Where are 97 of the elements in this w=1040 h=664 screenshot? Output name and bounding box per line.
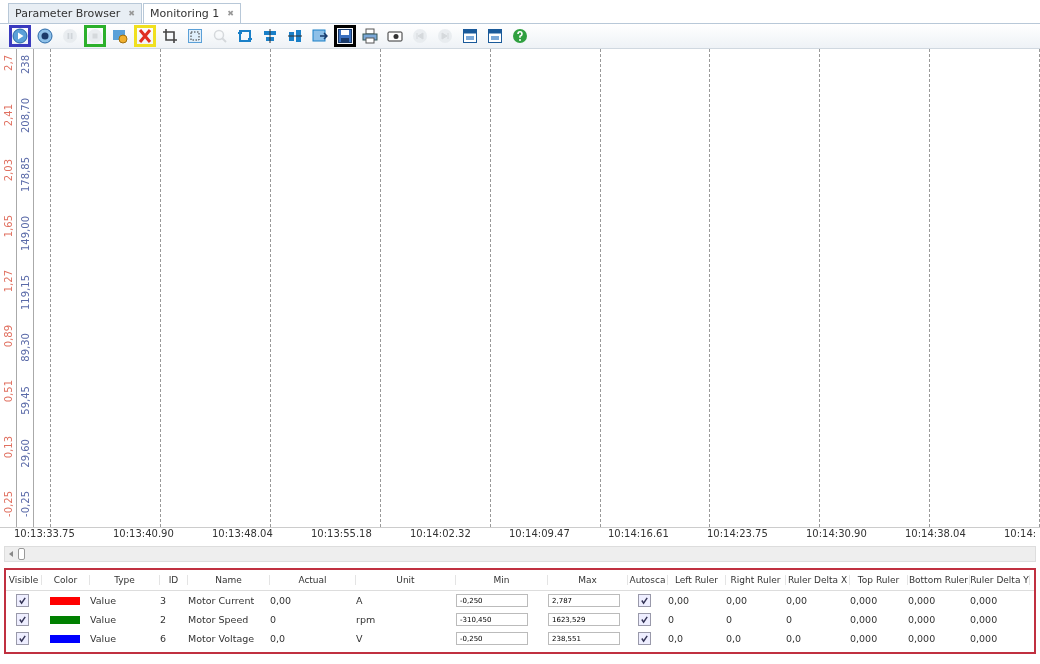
- table-cell-text: 0,00: [786, 595, 809, 606]
- axis-label: 89,30: [19, 333, 31, 363]
- column-header[interactable]: Ruler Delta X: [786, 575, 850, 585]
- table-cell-text: 0,00: [270, 595, 293, 606]
- axis-label: 178,85: [19, 156, 31, 192]
- axis-label: 29,60: [19, 438, 31, 468]
- checkbox[interactable]: [16, 594, 29, 607]
- column-header[interactable]: Visible: [6, 575, 42, 585]
- table-cell-text: Motor Current: [188, 595, 256, 606]
- time-label: 10:14:30.90: [806, 528, 868, 541]
- table-cell-text: Value: [90, 595, 118, 606]
- checkbox[interactable]: [16, 632, 29, 645]
- table-cell-text: 0,000: [970, 595, 999, 606]
- table-cell-text: 0,0: [726, 633, 743, 644]
- table-cell-text: 0: [668, 614, 676, 625]
- table-cell-text: Value: [90, 614, 118, 625]
- axis-label: 2,41: [2, 103, 14, 127]
- checkbox[interactable]: [638, 613, 651, 626]
- column-header[interactable]: Unit: [356, 575, 456, 585]
- axis-label: 119,15: [19, 274, 31, 310]
- table-cell-text: 0,000: [970, 614, 999, 625]
- column-header[interactable]: Color: [42, 575, 90, 585]
- axis-label: 2,7: [2, 55, 14, 71]
- table-cell-text: 0,000: [908, 614, 937, 625]
- axis-label: 238: [19, 55, 31, 75]
- table-cell-text: 6: [160, 633, 168, 644]
- table-cell-text: 0,0: [668, 633, 685, 644]
- axis-label: 208,70: [19, 97, 31, 133]
- table-cell-text: 0,000: [850, 633, 879, 644]
- save-icon[interactable]: [334, 25, 356, 47]
- time-label: 10:14:23.75: [707, 528, 769, 541]
- table-cell-text: 0,00: [668, 595, 691, 606]
- time-label: 10:14:09.47: [509, 528, 571, 541]
- table-cell-text: 3: [160, 595, 168, 606]
- axis-label: 149,00: [19, 215, 31, 251]
- column-header[interactable]: ID: [160, 575, 188, 585]
- table-cell-text: 0,0: [786, 633, 803, 644]
- axis-label: 0,13: [2, 435, 14, 458]
- axis-label: 1,27: [2, 269, 14, 293]
- table-cell-text: 0,000: [908, 595, 937, 606]
- time-label: 10:14:16.61: [608, 528, 670, 541]
- checkbox[interactable]: [638, 632, 651, 645]
- delete-icon[interactable]: [134, 25, 156, 47]
- time-label: 10:14:02.32: [410, 528, 472, 541]
- table-cell-text: 0: [786, 614, 794, 625]
- axis-label: 1,65: [2, 214, 14, 237]
- axis-label: -0,25: [19, 491, 31, 517]
- axis-label: 0,51: [2, 380, 14, 403]
- column-header[interactable]: Actual: [270, 575, 356, 585]
- column-header[interactable]: Min: [456, 575, 548, 585]
- color-swatch[interactable]: [50, 634, 80, 643]
- tab[interactable]: Parameter Browser ✖: [8, 3, 142, 23]
- axis-label: 2,03: [2, 159, 14, 182]
- table-cell-text: rpm: [356, 614, 377, 625]
- table-cell-text: Value: [90, 633, 118, 644]
- time-label: 10:13:40.90: [113, 528, 175, 541]
- time-label: 10:13:33.75: [14, 528, 76, 541]
- scroll-thumb[interactable]: [18, 548, 25, 560]
- color-swatch[interactable]: [50, 596, 80, 605]
- table-cell-text: V: [356, 633, 364, 644]
- table-cell-text: 0,000: [908, 633, 937, 644]
- time-label: 10:14:: [1004, 528, 1038, 541]
- column-header[interactable]: Left Ruler: [668, 575, 726, 585]
- table-cell-text: 0: [270, 614, 278, 625]
- axis-label: 0,89: [2, 325, 14, 348]
- axis-label: 59,45: [19, 386, 31, 415]
- column-header[interactable]: Right Ruler: [726, 575, 786, 585]
- scroll-left-icon[interactable]: [8, 551, 14, 557]
- time-label: 10:13:48.04: [212, 528, 274, 541]
- column-header[interactable]: Max: [548, 575, 628, 585]
- table-cell-text: 0,000: [970, 633, 999, 644]
- scrollbar[interactable]: [4, 546, 1036, 562]
- checkbox[interactable]: [638, 594, 651, 607]
- column-header[interactable]: Name: [188, 575, 270, 585]
- time-label: 10:13:55.18: [311, 528, 373, 541]
- column-header[interactable]: Ruler Delta Y: [970, 575, 1030, 585]
- column-header[interactable]: Autosca: [628, 575, 668, 585]
- record-icon[interactable]: [34, 25, 56, 47]
- table-cell-text: A: [356, 595, 364, 606]
- time-label: 10:14:38.04: [905, 528, 967, 541]
- axis-label: -0,25: [2, 491, 14, 517]
- column-header[interactable]: Type: [90, 575, 160, 585]
- column-header[interactable]: Top Ruler: [850, 575, 908, 585]
- printer-icon[interactable]: [359, 25, 381, 47]
- column-header[interactable]: Bottom Ruler: [908, 575, 970, 585]
- table-cell-text: 2: [160, 614, 168, 625]
- tab[interactable]: Monitoring 1 ✖: [143, 3, 242, 23]
- color-swatch[interactable]: [50, 615, 80, 624]
- table-cell-text: Motor Voltage: [188, 633, 256, 644]
- table-cell-text: 0,0: [270, 633, 287, 644]
- table-cell-text: 0,000: [850, 614, 879, 625]
- table-cell-text: Motor Speed: [188, 614, 250, 625]
- table-cell-text: 0,000: [850, 595, 879, 606]
- checkbox[interactable]: [16, 613, 29, 626]
- table-cell-text: 0: [726, 614, 734, 625]
- table-cell-text: 0,00: [726, 595, 749, 606]
- play-icon[interactable]: [9, 25, 31, 47]
